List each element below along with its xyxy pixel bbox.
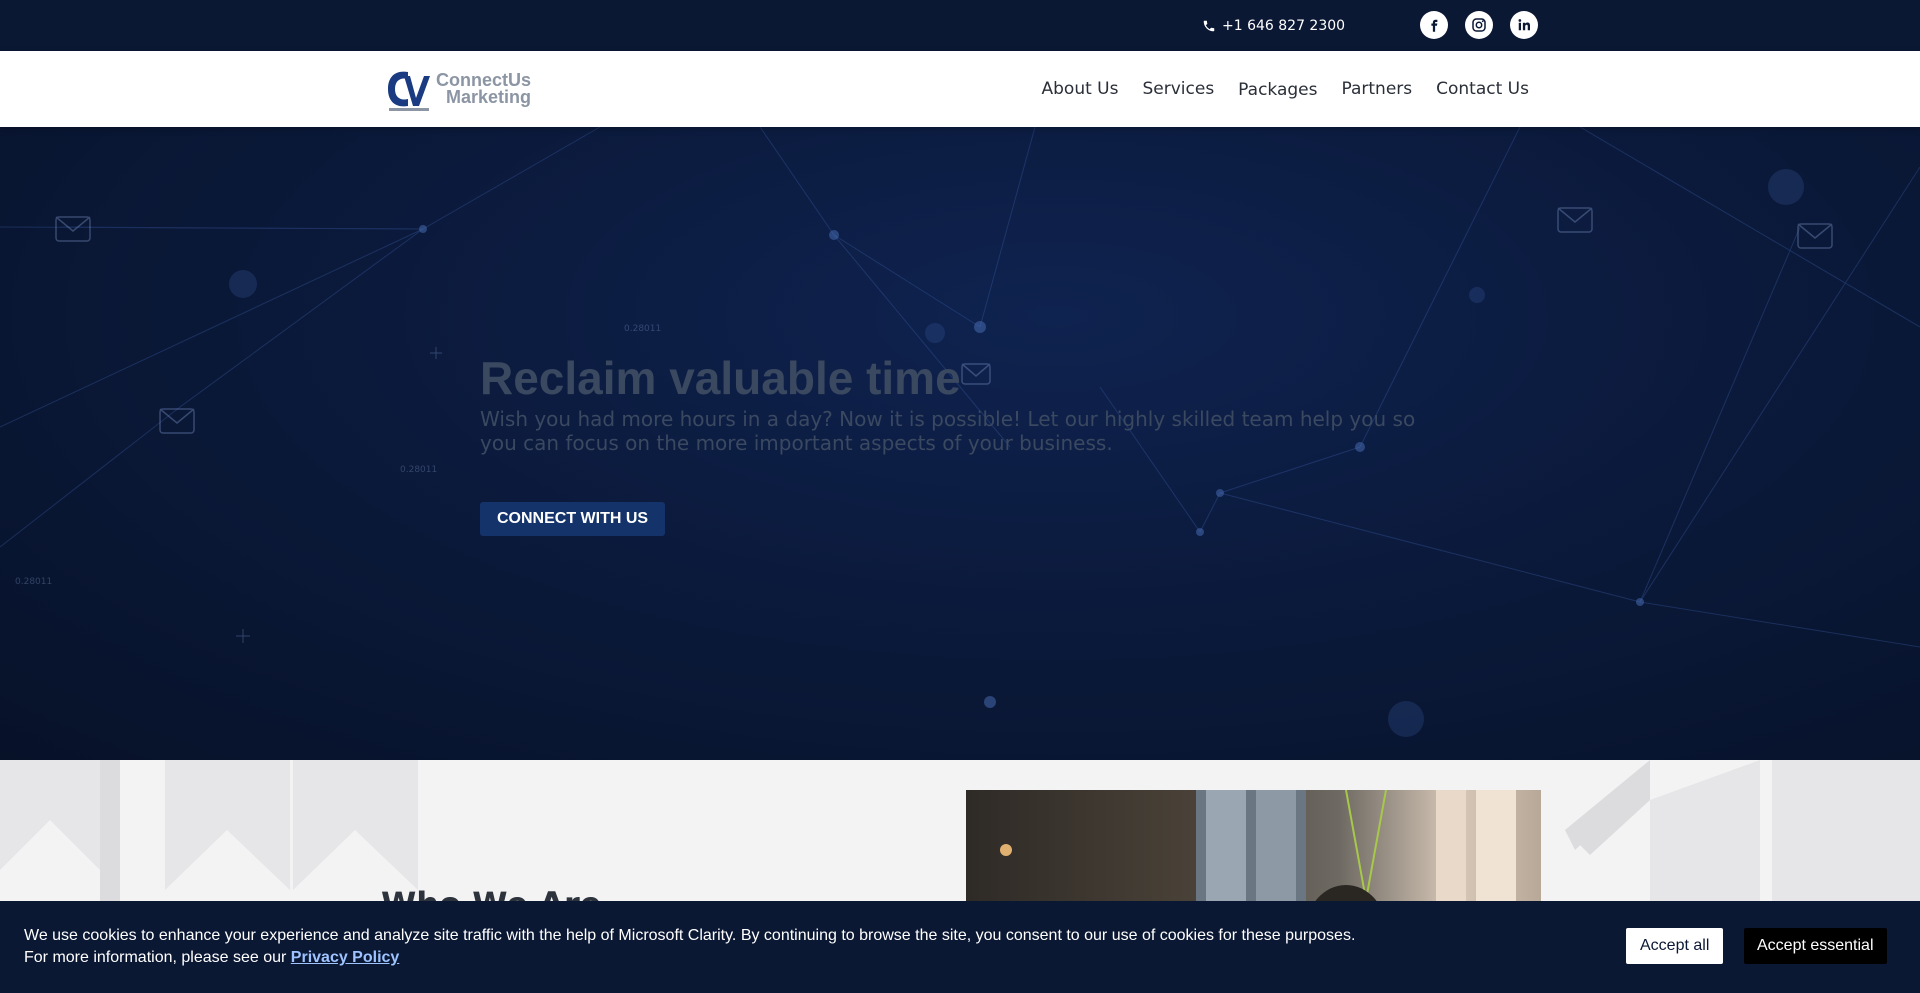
cookie-text: We use cookies to enhance your experienc… [24,925,1364,969]
logo-line2: Marketing [446,87,532,107]
linkedin-link[interactable] [1510,11,1538,39]
site-header: ConnectUs Marketing About Us Services Pa… [0,51,1920,127]
cookie-message: We use cookies to enhance your experienc… [24,927,1356,966]
nav-about-us[interactable]: About Us [1042,79,1119,99]
svg-text:0.28011: 0.28011 [15,577,52,587]
accept-all-button[interactable]: Accept all [1626,928,1724,964]
nav-contact-us[interactable]: Contact Us [1436,79,1529,99]
logo-text: ConnectUs Marketing [436,71,532,107]
top-bar: +1 646 827 2300 [0,0,1920,51]
linkedin-icon [1518,19,1530,31]
svg-text:0.28011: 0.28011 [400,465,437,475]
logo[interactable]: ConnectUs Marketing [386,65,531,113]
phone-number: +1 646 827 2300 [1222,18,1346,34]
privacy-policy-link[interactable]: Privacy Policy [291,949,400,966]
nav-partners[interactable]: Partners [1342,79,1413,99]
phone-icon [1203,20,1215,32]
nav-packages[interactable]: Packages [1238,80,1317,100]
instagram-link[interactable] [1465,11,1493,39]
main-nav: About Us Services Packages Partners Cont… [1042,51,1529,127]
hero-section: 0.28011 0.28011 0.28011 Reclaim valuable… [0,127,1920,760]
facebook-icon [1431,19,1438,32]
instagram-icon [1472,18,1486,32]
svg-text:0.28011: 0.28011 [624,324,661,334]
logo-mark-icon [386,66,432,112]
phone-link[interactable]: +1 646 827 2300 [1202,16,1345,36]
connect-with-us-button[interactable]: CONNECT WITH US [480,502,666,536]
nav-services[interactable]: Services [1142,79,1214,99]
facebook-link[interactable] [1420,11,1448,39]
hero-subtitle: Wish you had more hours in a day? Now it… [480,407,1416,455]
hero-title: Reclaim valuable time [480,352,961,404]
accept-essential-button[interactable]: Accept essential [1744,928,1887,964]
